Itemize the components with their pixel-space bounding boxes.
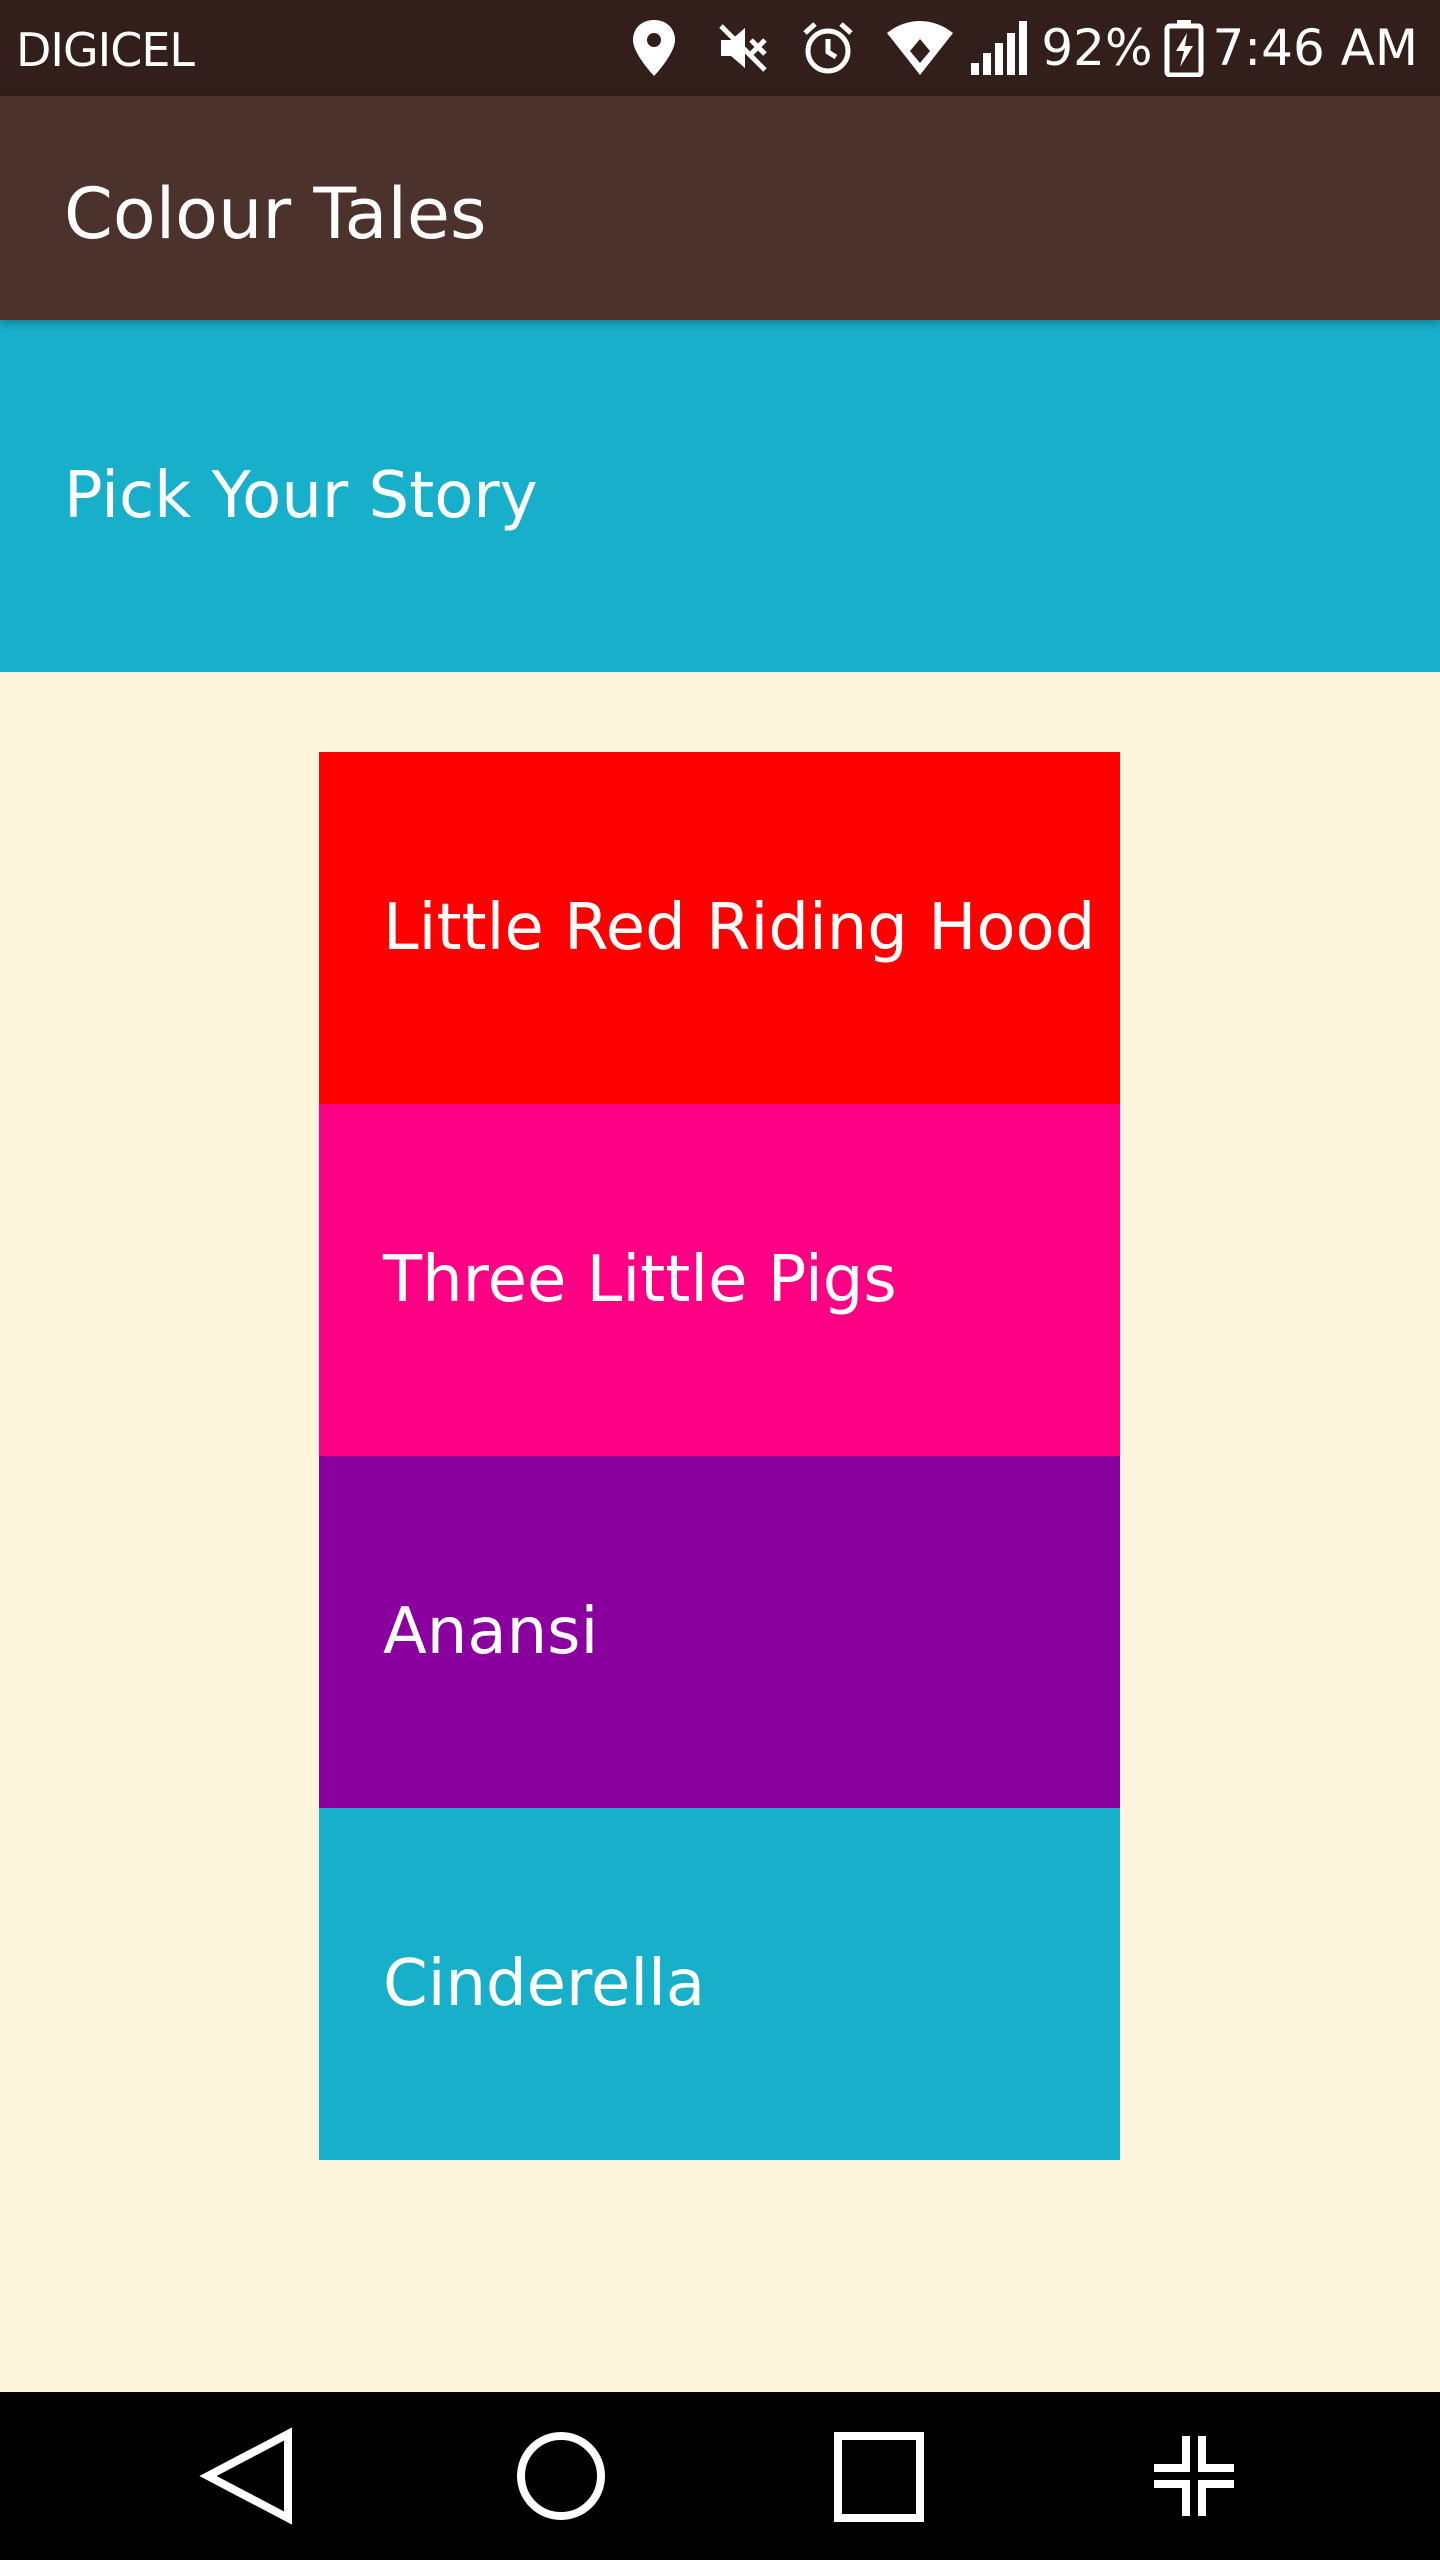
signal-icon (969, 19, 1028, 77)
mute-icon (715, 20, 771, 76)
exit-fullscreen-icon (1154, 2436, 1234, 2516)
location-icon (629, 18, 679, 78)
status-bar: DIGICEL 92% 7:46 AM (0, 0, 1440, 96)
page-heading: Pick Your Story (64, 459, 538, 533)
recents-icon (834, 2432, 924, 2522)
wifi-icon (885, 19, 955, 77)
story-item-anansi[interactable]: Anansi (319, 1456, 1120, 1808)
battery-charging-icon (1164, 19, 1204, 77)
content-area: Little Red Riding Hood Three Little Pigs… (0, 672, 1440, 2392)
back-button[interactable] (166, 2392, 326, 2560)
story-header: Pick Your Story (0, 320, 1440, 672)
story-label: Anansi (383, 1595, 599, 1669)
app-title: Colour Tales (64, 173, 487, 255)
story-label: Cinderella (383, 1947, 706, 2021)
navigation-bar (0, 2392, 1440, 2560)
back-icon (199, 2427, 292, 2525)
story-label: Little Red Riding Hood (383, 891, 1096, 965)
story-item-little-red-riding-hood[interactable]: Little Red Riding Hood (319, 752, 1120, 1104)
recents-button[interactable] (798, 2392, 958, 2560)
carrier-name: DIGICEL (16, 23, 195, 77)
home-button[interactable] (481, 2392, 641, 2560)
story-label: Three Little Pigs (383, 1243, 897, 1317)
story-list: Little Red Riding Hood Three Little Pigs… (319, 752, 1120, 2160)
home-icon (517, 2432, 605, 2520)
alarm-icon (799, 19, 857, 77)
battery-percent: 92% (1041, 19, 1153, 77)
status-icons: 92% 7:46 AM (629, 0, 1418, 96)
story-item-cinderella[interactable]: Cinderella (319, 1808, 1120, 2160)
clock: 7:46 AM (1212, 19, 1418, 77)
exit-fullscreen-button[interactable] (1114, 2392, 1274, 2560)
story-item-three-little-pigs[interactable]: Three Little Pigs (319, 1104, 1120, 1456)
app-bar: Colour Tales (0, 96, 1440, 320)
